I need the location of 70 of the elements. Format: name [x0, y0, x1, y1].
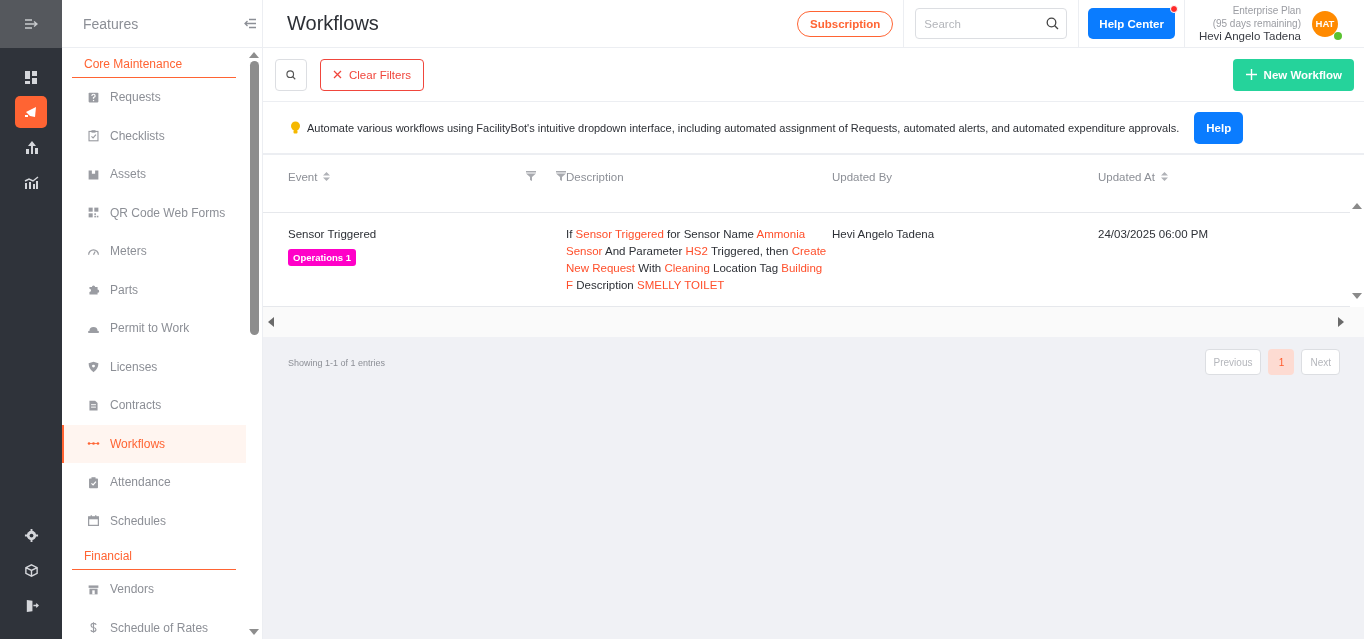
analytics-icon: [23, 174, 39, 190]
search-icon: [1046, 17, 1060, 30]
sidebar-item[interactable]: Vendors: [62, 570, 246, 609]
dollar-icon: [87, 621, 100, 635]
expand-menu-icon[interactable]: [24, 18, 38, 30]
clipboard-check-icon: [87, 475, 100, 489]
search-icon: [286, 69, 296, 80]
question-icon: [87, 90, 100, 104]
document-icon: [87, 398, 100, 412]
plan-name: Enterprise Plan: [1232, 4, 1301, 17]
table-cell-text: 24/03/2025 06:00 PM: [1098, 228, 1209, 242]
plan-remaining: (95 days remaining): [1212, 17, 1301, 30]
page-button[interactable]: 1: [1268, 349, 1295, 375]
page-title: Workflows: [287, 12, 380, 35]
store-icon: [87, 582, 100, 596]
lightbulb-icon: [290, 121, 301, 134]
sidebar-item[interactable]: Schedule of Rates: [62, 608, 246, 639]
clipboard-icon: [87, 129, 100, 143]
collapse-panel-icon[interactable]: [244, 18, 257, 29]
sidebar-item[interactable]: Meters: [62, 232, 246, 271]
sidebar-item[interactable]: Assets: [62, 155, 246, 194]
new-workflow-button[interactable]: New Workflow: [1232, 58, 1354, 91]
table-cell-text: Sensor Triggered: [288, 228, 378, 240]
column-header[interactable]: Event: [288, 171, 318, 183]
clear-filters-button[interactable]: Clear Filters: [320, 58, 424, 91]
sidebar-item[interactable]: Checklists: [62, 116, 246, 155]
info-text: Automate various workflows using FacilityBot's intuitive dropdown interface, including automated assignment of Requests, automated alerts, and automated expenditure approvals.: [307, 121, 1180, 134]
sidebar-item[interactable]: QR Code Web Forms: [62, 193, 246, 232]
user-name: Hevi Angelo Tadena: [1198, 30, 1301, 43]
sidebar-item[interactable]: Attendance: [62, 463, 246, 502]
table-cell-text: If Sensor Triggered for Sensor Name Ammonia Sensor And Parameter HS2 Triggered, then Create New Request With Cleaning Location Tag Building F Description SMELLY TOILET: [566, 227, 828, 293]
cube-icon: [23, 562, 39, 578]
megaphone-icon: [23, 104, 39, 120]
sidebar-item[interactable]: Contracts: [62, 386, 246, 425]
plus-icon: [1245, 69, 1257, 80]
horizontal-scrollbar[interactable]: [263, 307, 1364, 337]
box-icon: [87, 167, 100, 181]
panel-title: Features: [83, 15, 139, 32]
column-header: Description: [566, 171, 624, 183]
shield-icon: [87, 360, 100, 374]
dashboard-icon: [23, 69, 39, 85]
sidebar-item[interactable]: Requests: [62, 78, 246, 117]
help-center-button[interactable]: Help Center: [1088, 8, 1175, 39]
rail-button[interactable]: [15, 96, 47, 128]
subscription-button[interactable]: Subscription: [797, 10, 894, 37]
column-header[interactable]: Updated At: [1098, 171, 1155, 183]
puzzle-icon: [87, 283, 100, 297]
section-heading: Financial: [72, 540, 236, 570]
settings-icon: [23, 527, 39, 543]
tag: Operations 1: [288, 249, 357, 266]
search-field[interactable]: Search: [915, 8, 1068, 39]
filter-icon[interactable]: [526, 171, 536, 181]
search-button[interactable]: [275, 58, 307, 91]
qr-code-icon: [87, 206, 100, 220]
sort-icon[interactable]: [1160, 171, 1168, 182]
section-heading: Core Maintenance: [72, 48, 236, 78]
sidebar-item[interactable]: Schedules: [62, 501, 246, 540]
table-cell-text: Hevi Angelo Tadena: [832, 228, 936, 242]
sidebar-item[interactable]: Parts: [62, 270, 246, 309]
calendar-icon: [87, 514, 100, 528]
filter-icon[interactable]: [556, 171, 566, 181]
help-button[interactable]: Help: [1194, 111, 1244, 144]
sidebar-item[interactable]: Permit to Work: [62, 309, 246, 348]
sidebar-item[interactable]: Licenses: [62, 347, 246, 386]
close-icon: [333, 70, 342, 79]
upload-icon: [23, 139, 39, 155]
column-header: Updated By: [832, 171, 893, 183]
entries-summary: Showing 1-1 of 1 entries: [288, 358, 387, 368]
sidebar-item[interactable]: Workflows: [62, 424, 246, 463]
sort-icon[interactable]: [323, 171, 331, 182]
